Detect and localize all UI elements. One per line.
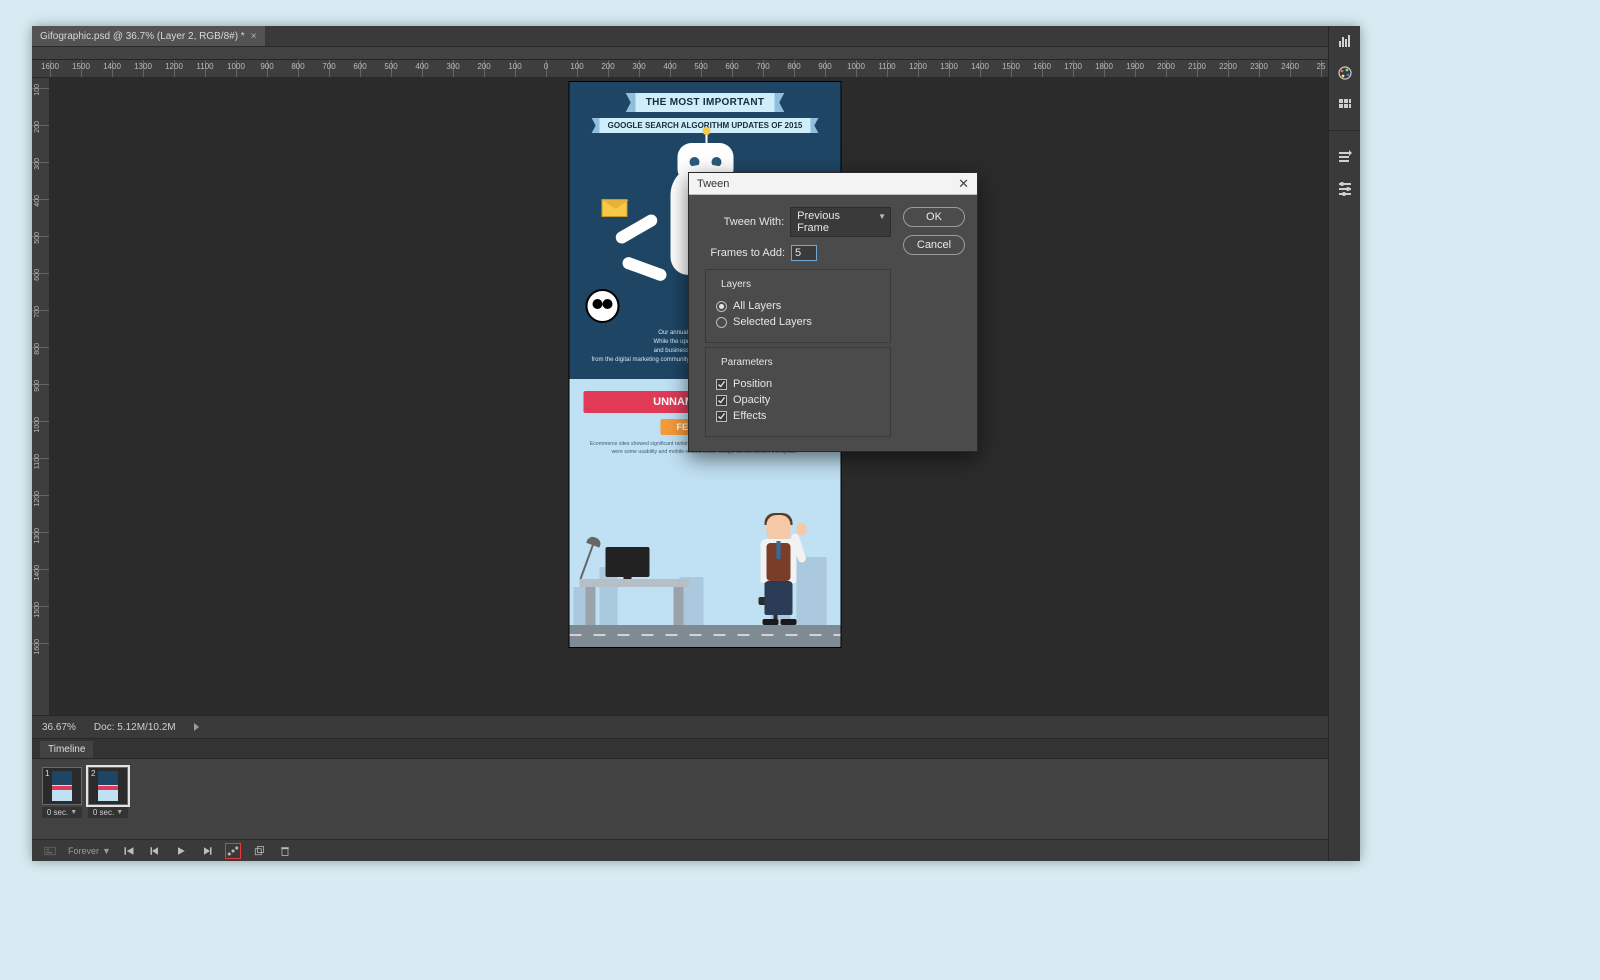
- tween-button[interactable]: [225, 843, 241, 859]
- frame-2[interactable]: 2 0 sec.▼: [88, 767, 128, 818]
- ruler-vertical[interactable]: 1002003004005006007008009001000110012001…: [32, 78, 50, 715]
- options-bar: [32, 46, 1360, 60]
- brush-settings-panel-icon[interactable]: [1335, 147, 1355, 165]
- parameters-legend: Parameters: [718, 357, 776, 368]
- timeline-panel: Timeline 1 0 sec.▼ 2 0 sec.▼ Forever▼: [32, 739, 1360, 861]
- tween-with-label: Tween With:: [705, 216, 784, 228]
- all-layers-radio[interactable]: All Layers: [716, 300, 880, 312]
- next-frame-icon[interactable]: [199, 844, 215, 858]
- city-illustration: [570, 497, 841, 647]
- headline-ribbon-1: THE MOST IMPORTANT: [636, 93, 775, 112]
- swatches-panel-icon[interactable]: [1335, 96, 1355, 114]
- document-tab-title: Gifographic.psd @ 36.7% (Layer 2, RGB/8#…: [40, 31, 245, 42]
- right-panel-dock: [1328, 26, 1360, 861]
- ok-button[interactable]: OK: [903, 207, 965, 227]
- close-tab-icon[interactable]: ×: [251, 31, 257, 42]
- timeline-tabbar: Timeline: [32, 739, 1360, 759]
- desk-illustration: [580, 553, 690, 625]
- tween-with-select[interactable]: Previous Frame▼: [790, 207, 891, 237]
- frame-1[interactable]: 1 0 sec.▼: [42, 767, 82, 818]
- delete-frame-icon[interactable]: [277, 844, 293, 858]
- frames-to-add-label: Frames to Add:: [705, 247, 785, 259]
- status-bar: 36.67% Doc: 5.12M/10.2M: [32, 715, 1360, 739]
- layers-group: Layers All Layers Selected Layers: [705, 269, 891, 343]
- histogram-panel-icon[interactable]: [1335, 32, 1355, 50]
- monitor-icon: [606, 547, 650, 577]
- close-icon[interactable]: ✕: [958, 176, 969, 192]
- selected-layers-radio[interactable]: Selected Layers: [716, 316, 880, 328]
- adjustments-panel-icon[interactable]: [1335, 179, 1355, 197]
- parameters-group: Parameters Position Opacity Effects: [705, 347, 891, 437]
- loop-selector[interactable]: Forever▼: [68, 846, 111, 856]
- envelope-icon: [602, 199, 628, 217]
- frame-strip: 1 0 sec.▼ 2 0 sec.▼: [32, 759, 1360, 818]
- prev-frame-icon[interactable]: [147, 844, 163, 858]
- document-tab-bar: Gifographic.psd @ 36.7% (Layer 2, RGB/8#…: [32, 26, 1360, 46]
- zoom-level[interactable]: 36.67%: [42, 722, 76, 733]
- frame-1-delay[interactable]: 0 sec.▼: [42, 807, 82, 818]
- dialog-titlebar[interactable]: Tween ✕: [689, 173, 977, 195]
- timeline-tab[interactable]: Timeline: [40, 741, 93, 758]
- position-checkbox[interactable]: Position: [716, 378, 880, 390]
- effects-checkbox[interactable]: Effects: [716, 410, 880, 422]
- person-illustration: [747, 515, 807, 625]
- color-panel-icon[interactable]: [1335, 64, 1355, 82]
- doc-size[interactable]: Doc: 5.12M/10.2M: [94, 722, 176, 733]
- first-frame-icon[interactable]: [121, 844, 137, 858]
- frame-2-delay[interactable]: 0 sec.▼: [88, 807, 128, 818]
- timeline-controls: Forever▼: [32, 839, 1360, 861]
- document-tab[interactable]: Gifographic.psd @ 36.7% (Layer 2, RGB/8#…: [32, 26, 265, 46]
- opacity-checkbox[interactable]: Opacity: [716, 394, 880, 406]
- layers-legend: Layers: [718, 279, 754, 290]
- convert-timeline-icon[interactable]: [42, 844, 58, 858]
- cancel-button[interactable]: Cancel: [903, 235, 965, 255]
- ruler-horizontal[interactable]: 1600150014001300120011001000900800700600…: [32, 60, 1360, 78]
- status-flyout-icon[interactable]: [194, 723, 199, 731]
- dialog-title: Tween: [697, 178, 729, 190]
- panda-icon: [586, 289, 620, 323]
- tween-dialog: Tween ✕ Tween With: Previous Frame▼ Fram…: [688, 172, 978, 452]
- play-icon[interactable]: [173, 844, 189, 858]
- frames-to-add-input[interactable]: 5: [791, 245, 817, 261]
- duplicate-frame-icon[interactable]: [251, 844, 267, 858]
